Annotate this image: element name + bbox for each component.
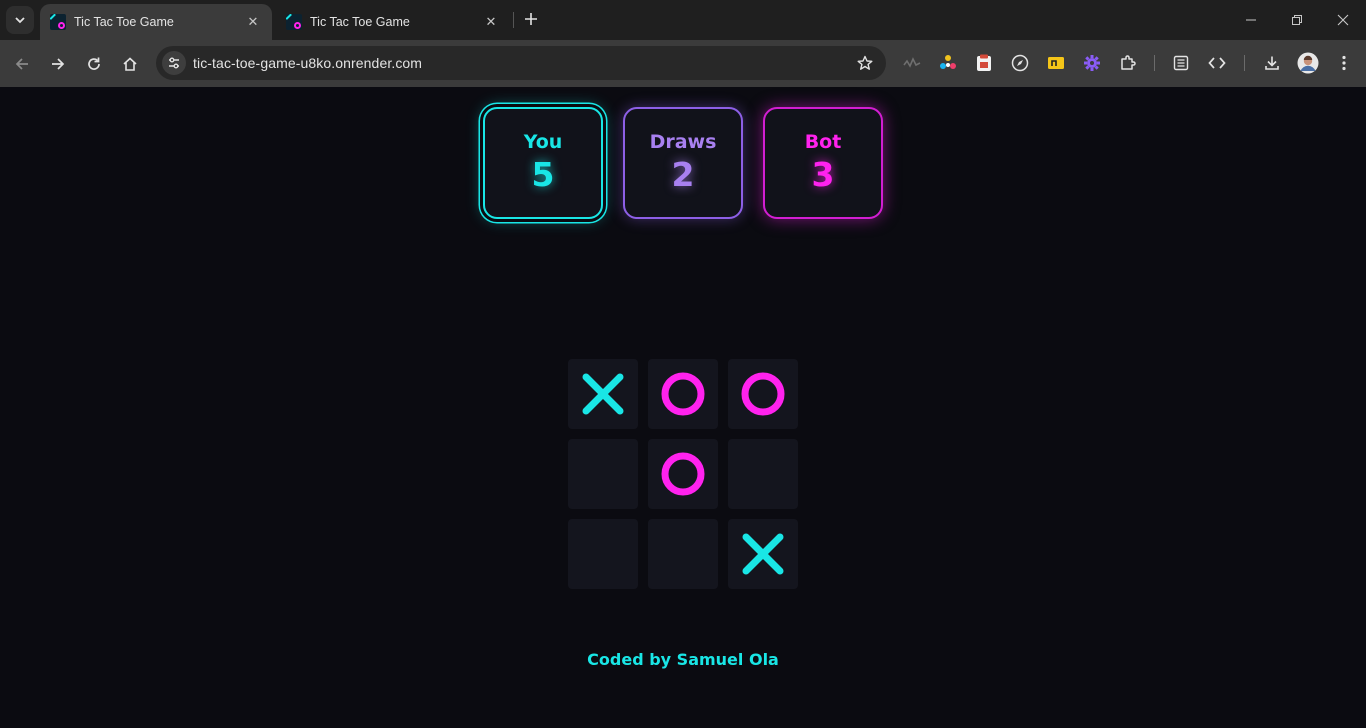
score-label-draws: Draws	[649, 131, 717, 153]
minimize-button[interactable]	[1228, 4, 1274, 36]
board-cell-3[interactable]	[568, 439, 638, 509]
score-card-bot: Bot 3	[763, 107, 883, 219]
footer-credit: Coded by Samuel Ola	[587, 650, 779, 669]
close-tab-icon[interactable]: ✕	[244, 13, 262, 31]
browser-toolbar: tic-tac-toe-game-u8ko.onrender.com	[0, 40, 1366, 87]
back-button[interactable]	[8, 50, 36, 78]
more-vertical-icon	[1342, 55, 1346, 71]
browser-menu-button[interactable]	[1333, 52, 1355, 74]
x-mark-icon	[742, 533, 784, 575]
site-info-button[interactable]	[162, 51, 186, 75]
puzzle-icon	[1121, 55, 1136, 70]
score-value-bot: 3	[811, 155, 835, 194]
game-board	[568, 359, 798, 589]
score-card-draws: Draws 2	[623, 107, 743, 219]
color-dots-icon	[940, 55, 956, 69]
score-value-draws: 2	[671, 155, 695, 194]
game-page: You 5 Draws 2 Bot 3 Coded by Samuel Ola	[0, 87, 1366, 728]
arrow-right-icon	[52, 58, 65, 70]
compass-icon	[1011, 54, 1029, 72]
clipboard-icon	[977, 54, 991, 71]
plus-icon	[525, 13, 537, 25]
tune-icon	[169, 57, 179, 69]
home-icon	[123, 57, 137, 71]
restore-icon	[1292, 15, 1302, 25]
board-cell-0[interactable]	[568, 359, 638, 429]
o-mark-icon	[741, 372, 785, 416]
reading-list-icon	[1173, 55, 1189, 71]
toolbar-divider	[1244, 55, 1245, 71]
extension-yellow-button[interactable]	[1045, 52, 1067, 74]
close-tab-icon[interactable]: ✕	[482, 13, 500, 31]
board-cell-1[interactable]	[648, 359, 718, 429]
extension-gear-button[interactable]	[1081, 52, 1103, 74]
tic-tac-toe-favicon-icon	[50, 14, 66, 30]
avatar	[1297, 52, 1319, 74]
star-icon	[857, 55, 873, 70]
tab-title: Tic Tac Toe Game	[74, 15, 174, 29]
score-label-you: You	[523, 131, 563, 153]
new-tab-button[interactable]	[520, 8, 542, 30]
reload-button[interactable]	[80, 50, 108, 78]
home-button[interactable]	[116, 50, 144, 78]
x-mark-icon	[582, 373, 624, 415]
reload-icon	[88, 57, 100, 70]
close-window-button[interactable]	[1320, 4, 1366, 36]
chevron-down-icon	[15, 17, 25, 24]
board-cell-8[interactable]	[728, 519, 798, 589]
score-value-you: 5	[531, 155, 555, 194]
purple-gear-icon	[1084, 55, 1100, 71]
forward-button[interactable]	[44, 50, 72, 78]
tab-inactive[interactable]: Tic Tac Toe Game ✕	[276, 4, 510, 40]
score-card-you: You 5	[483, 107, 603, 219]
tic-tac-toe-favicon-icon	[286, 14, 302, 30]
tab-divider	[513, 12, 514, 28]
extension-waveform-button[interactable]	[901, 52, 923, 74]
tab-title: Tic Tac Toe Game	[310, 15, 410, 29]
address-bar[interactable]: tic-tac-toe-game-u8ko.onrender.com	[156, 46, 886, 80]
downloads-button[interactable]	[1261, 52, 1283, 74]
download-icon	[1265, 56, 1279, 70]
extensions-button[interactable]	[1117, 52, 1139, 74]
board-cell-6[interactable]	[568, 519, 638, 589]
o-mark-icon	[661, 372, 705, 416]
waveform-icon	[903, 57, 921, 68]
o-mark-icon	[661, 452, 705, 496]
board-cell-7[interactable]	[648, 519, 718, 589]
profile-button[interactable]	[1297, 52, 1319, 74]
board-cell-5[interactable]	[728, 439, 798, 509]
url-text: tic-tac-toe-game-u8ko.onrender.com	[193, 55, 423, 71]
code-icon	[1208, 57, 1226, 69]
devtools-button[interactable]	[1206, 52, 1228, 74]
tab-strip: Tic Tac Toe Game ✕ Tic Tac Toe Game ✕	[0, 0, 1366, 40]
extension-colorful-button[interactable]	[937, 52, 959, 74]
close-icon	[1337, 14, 1349, 26]
tab-search-button[interactable]	[6, 6, 34, 34]
minimize-icon	[1246, 19, 1256, 21]
arrow-left-icon	[15, 58, 28, 70]
yellow-tag-icon	[1048, 57, 1064, 69]
extension-clipboard-button[interactable]	[973, 52, 995, 74]
toolbar-divider	[1154, 55, 1155, 71]
tab-active[interactable]: Tic Tac Toe Game ✕	[40, 4, 272, 40]
score-label-bot: Bot	[804, 131, 842, 153]
reading-list-button[interactable]	[1170, 52, 1192, 74]
extension-compass-button[interactable]	[1009, 52, 1031, 74]
bookmark-button[interactable]	[854, 52, 876, 74]
board-cell-4[interactable]	[648, 439, 718, 509]
restore-button[interactable]	[1274, 4, 1320, 36]
board-cell-2[interactable]	[728, 359, 798, 429]
